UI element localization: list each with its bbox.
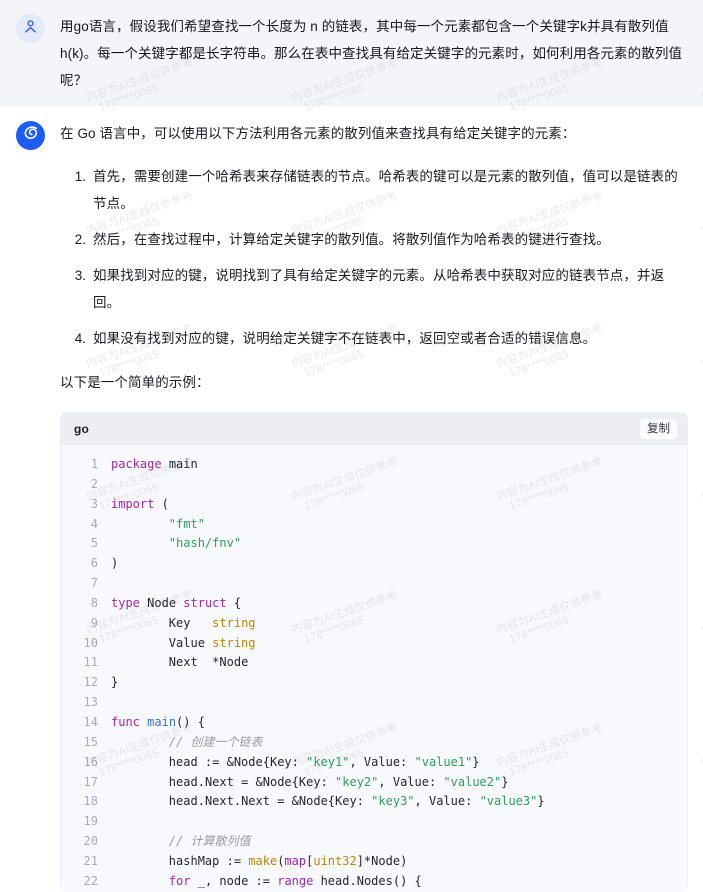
code-language-label: go bbox=[74, 422, 90, 436]
code-line-text: ) bbox=[111, 556, 119, 571]
code-line-text: package main bbox=[111, 457, 198, 471]
code-line-number: 10 bbox=[83, 635, 98, 650]
assistant-message-bubble: 在 Go 语言中，可以使用以下方法利用各元素的散列值来查找具有给定关键字的元素：… bbox=[60, 120, 689, 892]
code-line-text: } bbox=[111, 675, 119, 690]
code-line: 4 "fmt" bbox=[61, 515, 687, 535]
code-line-number: 6 bbox=[90, 556, 98, 571]
code-line: 7 bbox=[61, 574, 687, 594]
code-line-text: func main() { bbox=[111, 714, 205, 729]
code-line: 2 bbox=[61, 475, 687, 495]
code-line-number: 15 bbox=[83, 734, 98, 749]
code-line-number: 11 bbox=[83, 655, 98, 670]
chat-thread: 用go语言，假设我们希望查找一个长度为 n 的链表，其中每一个元素都包含一个关键… bbox=[0, 0, 703, 892]
code-line-number: 13 bbox=[83, 695, 98, 710]
user-avatar bbox=[16, 14, 45, 43]
code-line-text: Next *Node bbox=[168, 655, 249, 670]
user-message: 用go语言，假设我们希望查找一个长度为 n 的链表，其中每一个元素都包含一个关键… bbox=[0, 0, 703, 106]
code-line: 1 package main bbox=[61, 455, 687, 475]
code-line: 10 Value string bbox=[61, 634, 687, 654]
code-line: 9 Key string bbox=[61, 614, 687, 634]
code-line-text: Key string bbox=[168, 615, 256, 630]
code-line-number: 22 bbox=[83, 873, 98, 888]
code-line-number: 5 bbox=[90, 536, 98, 551]
list-item: 首先，需要创建一个哈希表来存储链表的节点。哈希表的键可以是元素的散列值，值可以是… bbox=[90, 163, 689, 217]
code-line: 15 // 创建一个链表 bbox=[61, 733, 687, 753]
code-line-number: 3 bbox=[90, 496, 98, 511]
code-line-number: 9 bbox=[90, 615, 98, 630]
code-line-text: type Node struct { bbox=[111, 595, 242, 610]
code-line-text: // 创建一个链表 bbox=[111, 734, 263, 749]
assistant-message: 在 Go 语言中，可以使用以下方法利用各元素的散列值来查找具有给定关键字的元素：… bbox=[0, 106, 703, 892]
code-line: 6) bbox=[61, 554, 687, 574]
code-line: 3 import ( bbox=[61, 495, 687, 515]
assistant-example-lead: 以下是一个简单的示例： bbox=[60, 375, 210, 390]
code-line-number: 20 bbox=[83, 834, 98, 849]
list-item: 如果没有找到对应的键，说明给定关键字不在链表中，返回空或者合适的错误信息。 bbox=[90, 325, 689, 352]
code-line-text: for _, node := range head.Nodes() { bbox=[168, 873, 422, 888]
code-line: 17 head.Next = &Node{Key: "key2", Value:… bbox=[61, 773, 687, 793]
list-item: 然后，在查找过程中，计算给定关键字的散列值。将散列值作为哈希表的键进行查找。 bbox=[90, 226, 689, 253]
code-line: 16 head := &Node{Key: "key1", Value: "va… bbox=[61, 753, 687, 773]
code-line-text: "hash/fnv" bbox=[168, 536, 242, 551]
code-line-text: "fmt" bbox=[168, 516, 205, 531]
code-line: 11 Next *Node bbox=[61, 653, 687, 673]
code-line-number: 7 bbox=[90, 576, 98, 591]
code-line-number: 1 bbox=[90, 457, 98, 471]
assistant-swirl-icon bbox=[21, 123, 41, 148]
code-content[interactable]: 1 package main 2 3 import (4 "fmt" 5 "hash/f… bbox=[61, 445, 687, 892]
code-line-text: head.Next = &Node{Key: "key2", Value: "v… bbox=[168, 774, 509, 789]
code-line: 20 // 计算散列值 bbox=[61, 832, 687, 852]
assistant-intro-text: 在 Go 语言中，可以使用以下方法利用各元素的散列值来查找具有给定关键字的元素： bbox=[60, 126, 576, 141]
code-line: 22 for _, node := range head.Nodes() { bbox=[61, 872, 687, 892]
code-line-number: 18 bbox=[83, 794, 98, 809]
code-line-text: Value string bbox=[168, 635, 256, 650]
code-line: 19 bbox=[61, 812, 687, 832]
code-line-number: 14 bbox=[83, 714, 98, 729]
code-line-number: 21 bbox=[83, 853, 98, 868]
user-person-icon bbox=[22, 18, 39, 40]
user-message-bubble: 用go语言，假设我们希望查找一个长度为 n 的链表，其中每一个元素都包含一个关键… bbox=[60, 13, 689, 94]
code-line-number: 8 bbox=[90, 595, 98, 610]
code-line-number: 2 bbox=[90, 476, 98, 491]
code-line-text: head.Next.Next = &Node{Key: "key3", Valu… bbox=[168, 794, 545, 809]
code-line-number: 4 bbox=[90, 516, 98, 531]
code-line: 14 func main() { bbox=[61, 713, 687, 733]
copy-code-button[interactable]: 复制 bbox=[640, 419, 677, 439]
code-line-number: 19 bbox=[83, 814, 98, 829]
code-line: 8 type Node struct { bbox=[61, 594, 687, 614]
code-line-number: 12 bbox=[83, 675, 98, 690]
user-message-text: 用go语言，假设我们希望查找一个长度为 n 的链表，其中每一个元素都包含一个关键… bbox=[60, 19, 683, 88]
code-line-text: hashMap := make(map[uint32]*Node) bbox=[168, 853, 408, 868]
code-line: 12} bbox=[61, 673, 687, 693]
code-line: 13 bbox=[61, 693, 687, 713]
list-item: 如果找到对应的键，说明找到了具有给定关键字的元素。从哈希表中获取对应的链表节点，… bbox=[90, 262, 689, 316]
assistant-avatar bbox=[16, 121, 45, 150]
code-line: 21 hashMap := make(map[uint32]*Node) bbox=[61, 852, 687, 872]
code-line: 18 head.Next.Next = &Node{Key: "key3", V… bbox=[61, 792, 687, 812]
code-block: go 复制 1 package main 2 3 import (4 "fmt" 5 "… bbox=[60, 412, 688, 892]
code-line-text: // 计算散列值 bbox=[111, 834, 251, 849]
code-line: 5 "hash/fnv" bbox=[61, 534, 687, 554]
code-line-number: 17 bbox=[83, 774, 98, 789]
assistant-steps-list: 首先，需要创建一个哈希表来存储链表的节点。哈希表的键可以是元素的散列值，值可以是… bbox=[60, 163, 689, 352]
code-block-header: go 复制 bbox=[61, 413, 687, 445]
code-line-text: head := &Node{Key: "key1", Value: "value… bbox=[168, 754, 480, 769]
code-line-text: import ( bbox=[111, 496, 169, 511]
code-line-number: 16 bbox=[83, 754, 98, 769]
